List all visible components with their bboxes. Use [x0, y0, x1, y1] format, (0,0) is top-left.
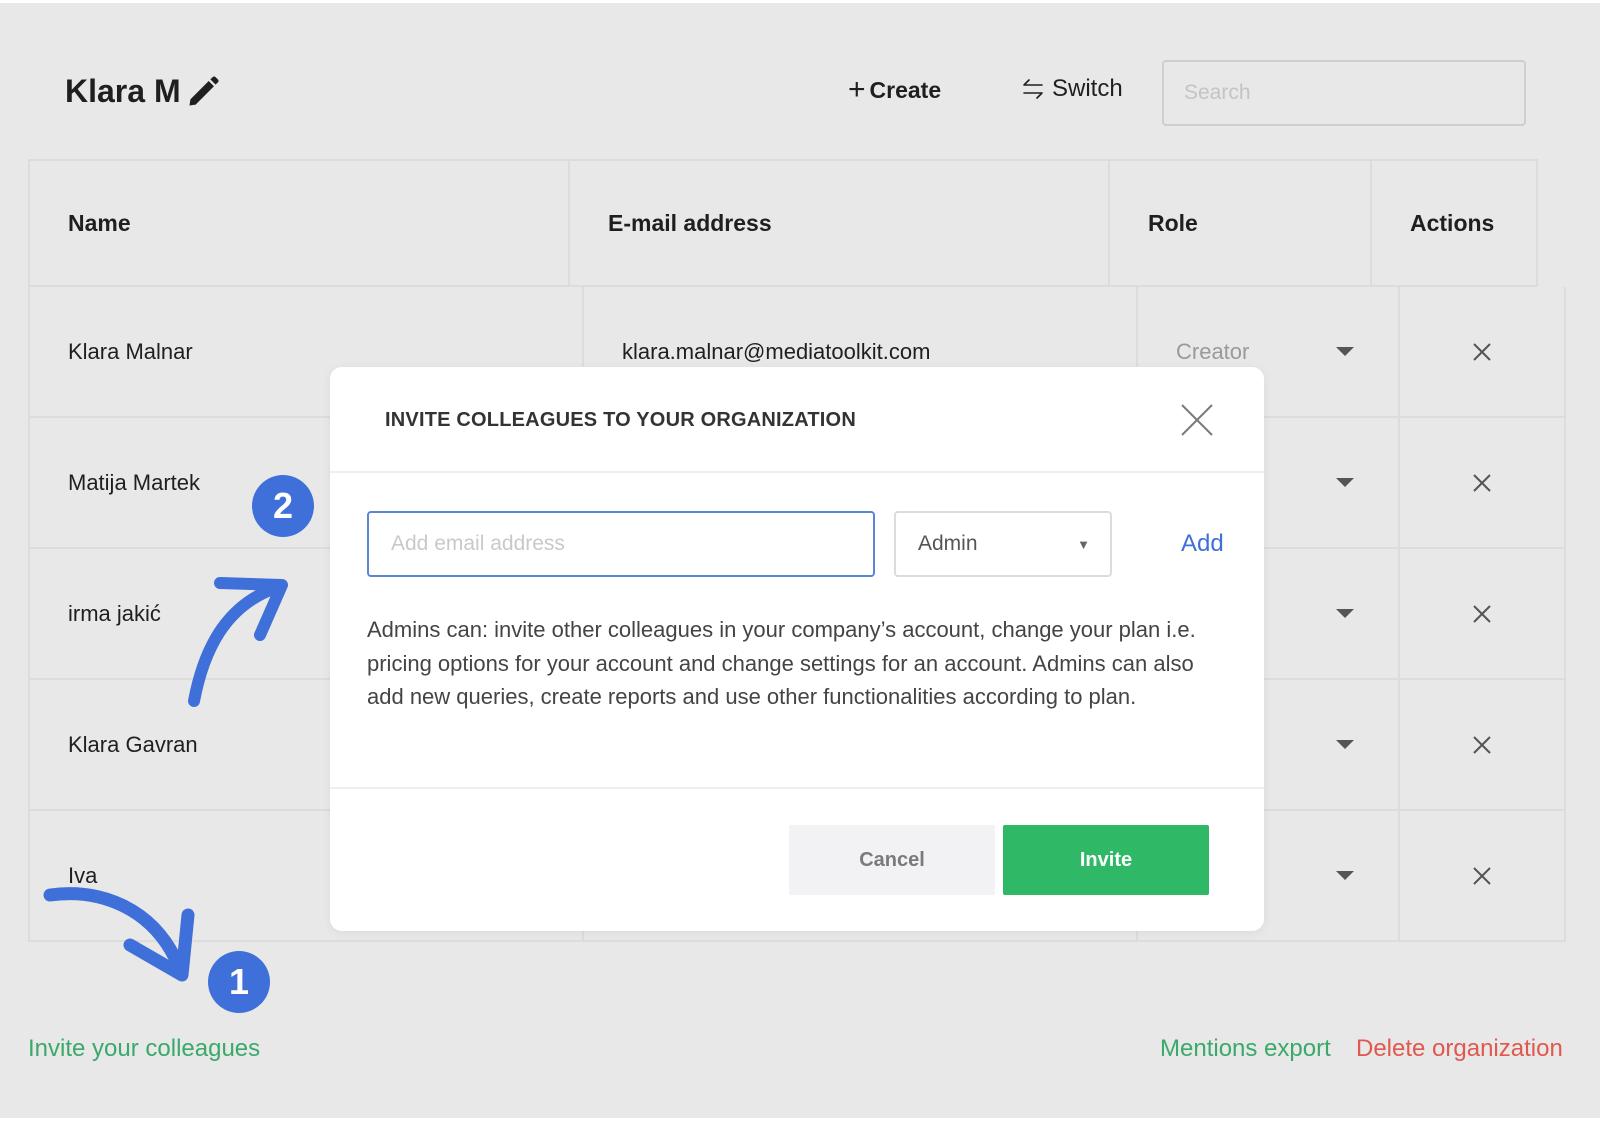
chevron-down-icon	[1336, 478, 1354, 487]
chevron-down-icon	[1336, 871, 1354, 880]
switch-button[interactable]: Switch	[1020, 75, 1123, 103]
actions-cell	[1400, 549, 1564, 678]
switch-arrows-icon	[1023, 79, 1043, 99]
close-icon[interactable]	[1180, 403, 1214, 437]
invite-button[interactable]: Invite	[1003, 825, 1209, 895]
switch-label: Switch	[1052, 75, 1123, 102]
role-value: Creator	[1176, 338, 1250, 364]
role-description: Admins can: invite other colleagues in y…	[367, 617, 1196, 709]
add-email-button[interactable]: Add	[1181, 530, 1224, 558]
organization-title: Klara M	[65, 73, 221, 110]
step-1-badge: 1	[208, 951, 270, 1013]
delete-organization-link[interactable]: Delete organization	[1356, 1035, 1563, 1063]
column-header-email: E-mail address	[570, 161, 1110, 285]
modal-title: INVITE COLLEAGUES TO YOUR ORGANIZATION	[385, 409, 856, 431]
divider	[330, 787, 1264, 789]
invite-modal: INVITE COLLEAGUES TO YOUR ORGANIZATION A…	[330, 367, 1264, 931]
column-header-actions: Actions	[1410, 209, 1495, 236]
chevron-down-icon	[1336, 740, 1354, 749]
role-select-value: Admin	[918, 532, 978, 555]
chevron-down-icon	[1336, 609, 1354, 618]
annotation-arrow-2	[188, 577, 288, 707]
actions-cell	[1400, 680, 1564, 809]
actions-cell	[1400, 811, 1564, 940]
app-frame: Klara M + Create Switch Name E-mail addr…	[0, 3, 1600, 1118]
role-select[interactable]: Admin ▼	[894, 511, 1112, 577]
plus-icon: +	[848, 73, 866, 106]
email-input[interactable]	[367, 511, 875, 577]
remove-member-icon[interactable]	[1471, 341, 1493, 363]
remove-member-icon[interactable]	[1471, 734, 1493, 756]
organization-page: Klara M + Create Switch Name E-mail addr…	[0, 3, 1600, 1118]
pencil-icon[interactable]	[185, 74, 221, 110]
step-2-badge: 2	[252, 475, 314, 537]
column-header-role: Role	[1110, 161, 1372, 285]
organization-name: Klara M	[65, 73, 181, 109]
chevron-down-icon	[1336, 347, 1354, 356]
remove-member-icon[interactable]	[1471, 603, 1493, 625]
remove-member-icon[interactable]	[1471, 472, 1493, 494]
members-table-header: Name E-mail address Role Actions	[28, 159, 1538, 287]
remove-member-icon[interactable]	[1471, 865, 1493, 887]
create-label: Create	[869, 76, 942, 103]
column-header-name: Name	[30, 161, 570, 285]
chevron-down-icon: ▼	[1077, 536, 1090, 552]
actions-cell	[1400, 418, 1564, 547]
create-button[interactable]: + Create	[848, 75, 941, 105]
cancel-button[interactable]: Cancel	[789, 825, 995, 895]
divider	[330, 471, 1264, 473]
search-input[interactable]	[1162, 60, 1526, 126]
invite-colleagues-link[interactable]: Invite your colleagues	[28, 1035, 260, 1063]
actions-cell	[1400, 287, 1564, 416]
mentions-export-link[interactable]: Mentions export	[1160, 1035, 1331, 1063]
annotation-arrow-1	[43, 887, 195, 982]
